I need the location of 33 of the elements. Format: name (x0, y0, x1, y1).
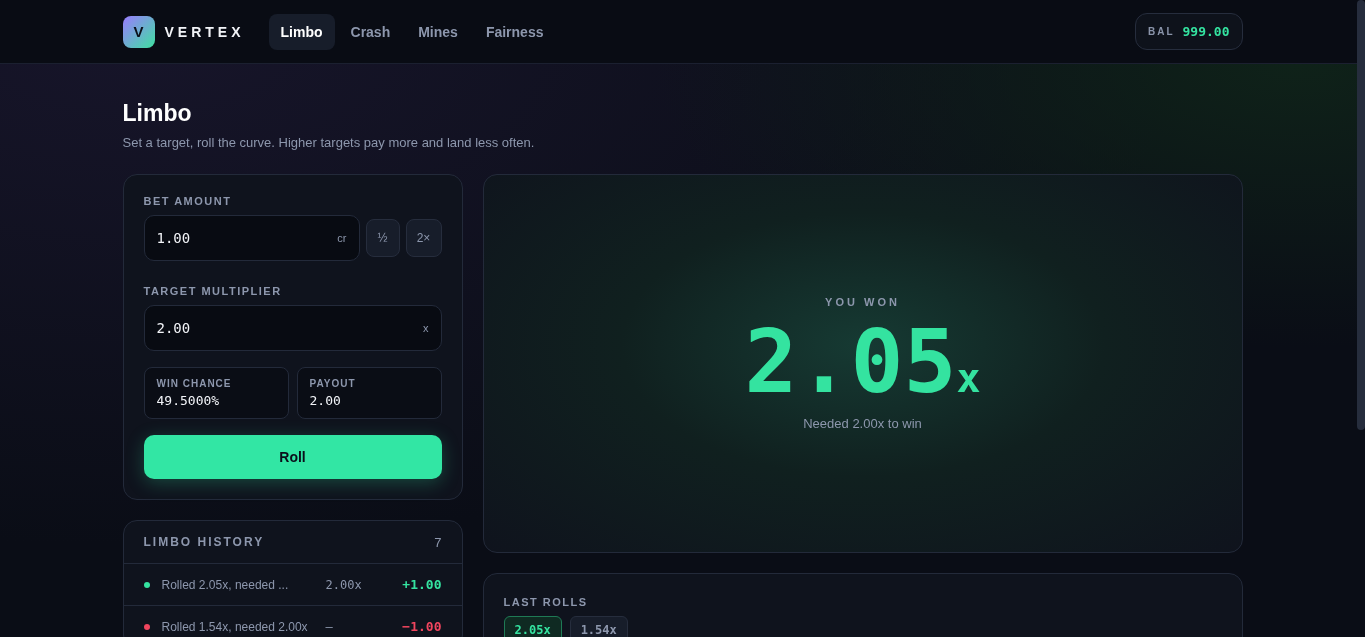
history-multiplier: 2.00x (325, 577, 362, 592)
history-text: Rolled 2.05x, needed ... (161, 577, 290, 592)
brand-name: VERTEX (164, 23, 245, 40)
nav-tab[interactable]: Fairness (473, 13, 556, 50)
result-note: Needed 2.00x to win (803, 416, 922, 432)
scrollbar[interactable] (1357, 0, 1365, 430)
roll-button[interactable]: Roll (143, 435, 442, 479)
history-title: LIMBO HISTORY (143, 535, 265, 549)
stat-tile: WIN CHANCE 49.5000% (143, 367, 289, 419)
target-multiplier-field[interactable]: 2.00 x (143, 305, 442, 351)
history-multiplier: — (325, 619, 333, 634)
stat-tile: PAYOUT 2.00 (296, 367, 442, 419)
page-title: Limbo (122, 100, 193, 127)
history-amount: −1.00 (402, 619, 442, 634)
roll-chip: 2.05x (503, 616, 562, 637)
bet-amount-field[interactable]: 1.00 cr (143, 215, 360, 261)
history-text: Rolled 1.54x, needed 2.00x (161, 619, 309, 634)
nav-tab[interactable]: Mines (406, 13, 470, 50)
roll-chip: 1.54x (569, 616, 628, 637)
history-count: 7 (434, 534, 442, 550)
logo-icon: V (122, 15, 155, 48)
balance-pill: BAL 999.00 (1134, 13, 1243, 50)
history-amount: +1.00 (402, 577, 442, 592)
bet-adjust-button[interactable]: ½ (365, 219, 400, 257)
result-heading: YOU WON (825, 295, 900, 308)
nav-tab[interactable]: Crash (338, 13, 403, 50)
bet-adjust-button[interactable]: 2× (405, 219, 442, 257)
field-label: BET AMOUNT (143, 195, 233, 207)
nav-tab[interactable]: Limbo (268, 13, 335, 50)
field-label: TARGET MULTIPLIER (143, 285, 283, 297)
page-subtitle: Set a target, roll the curve. Higher targets pay more and land less often. (122, 135, 536, 150)
result-multiplier: 2.05x (744, 313, 981, 411)
last-rolls-title: LAST ROLLS (503, 596, 589, 608)
